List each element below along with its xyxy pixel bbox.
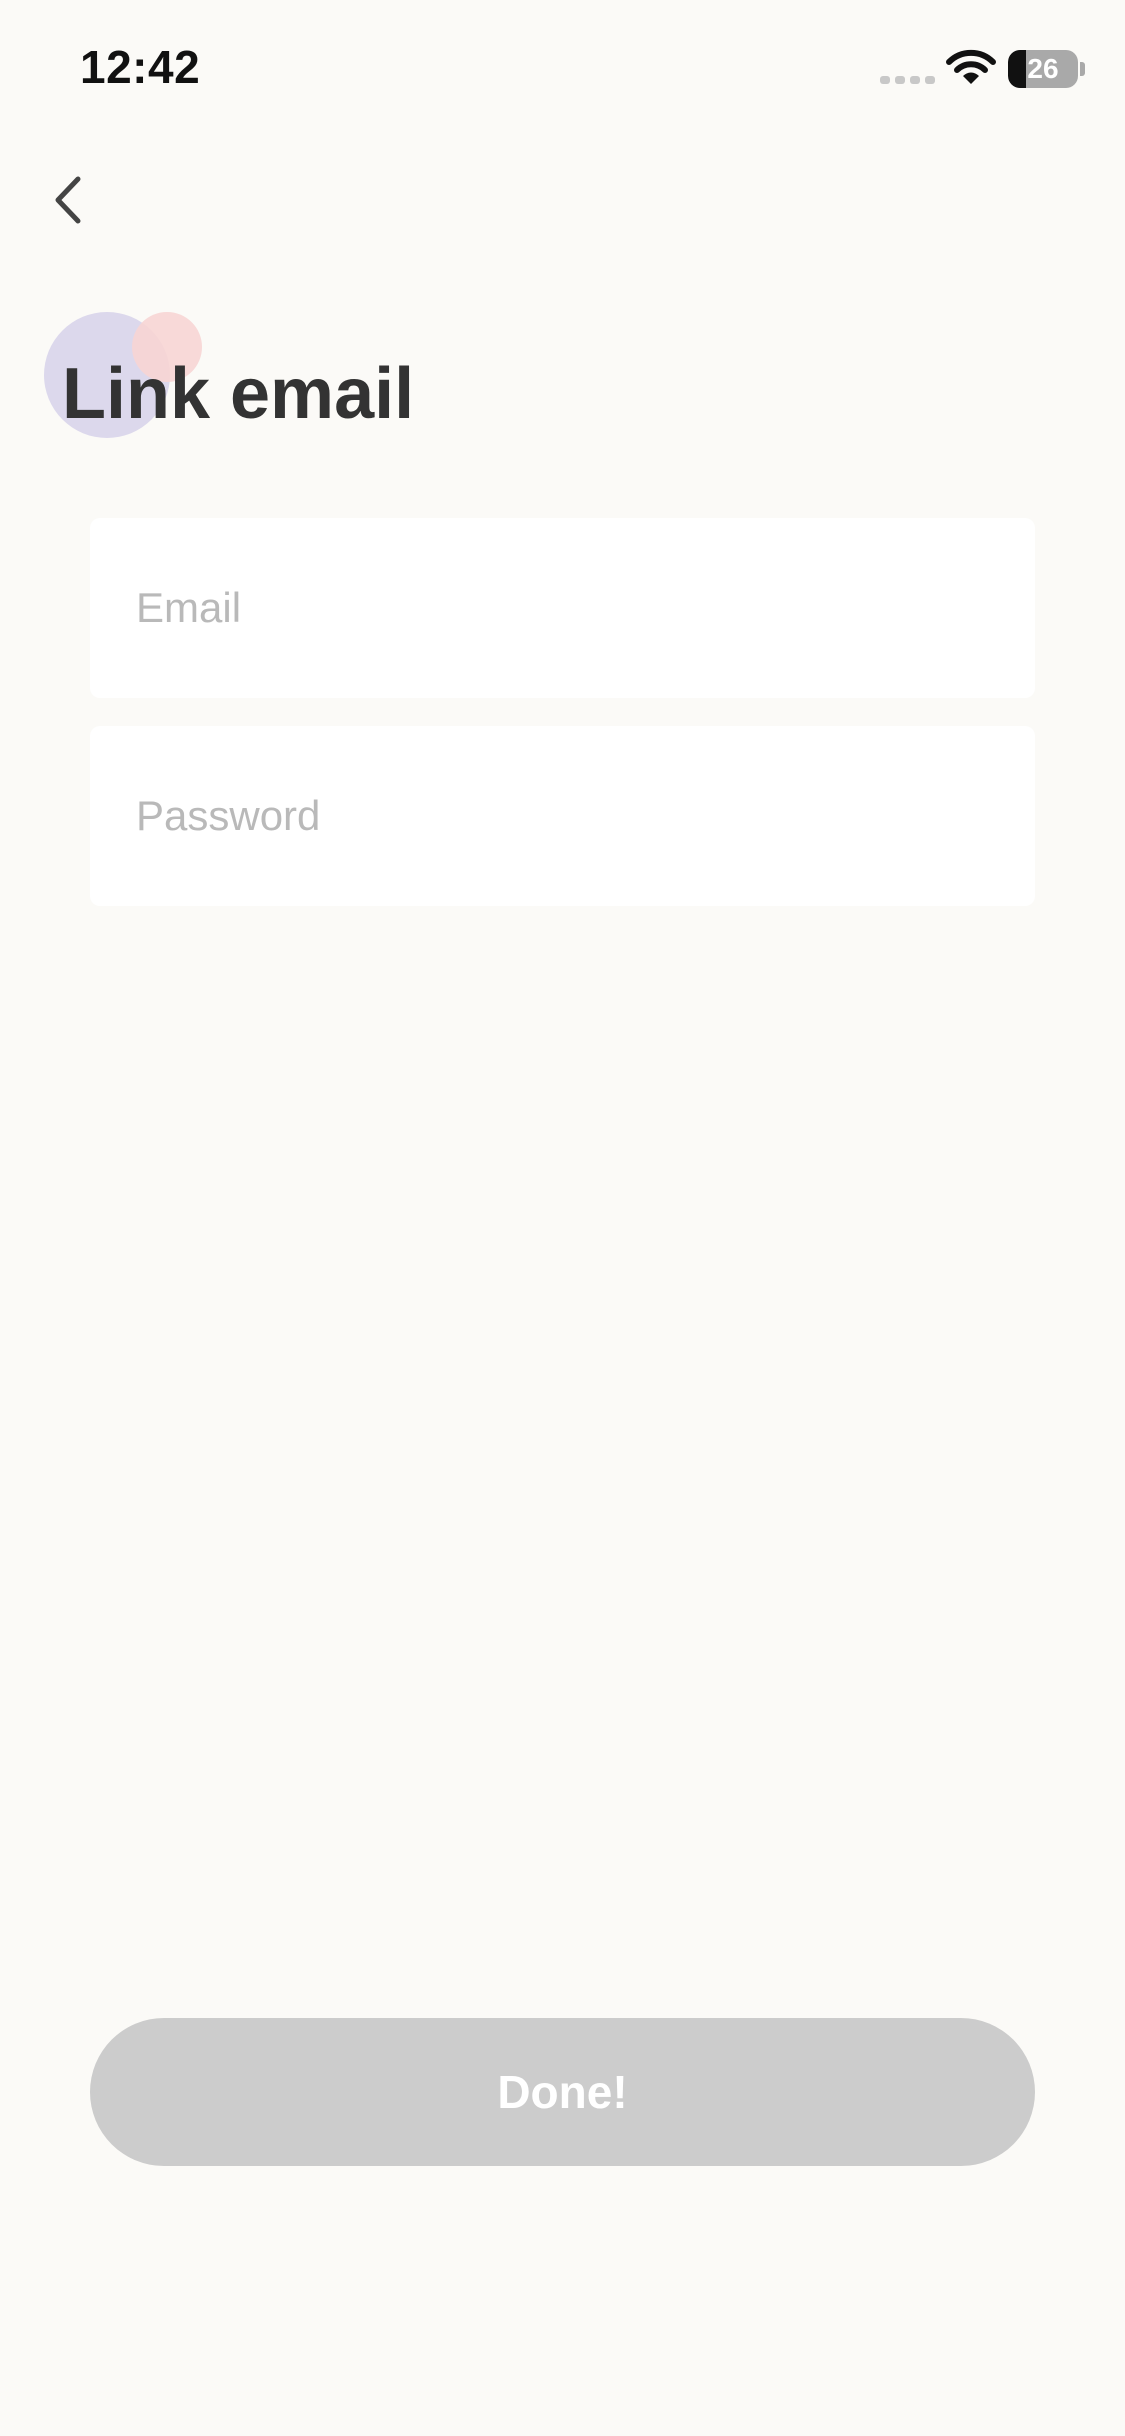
wifi-icon [946,49,996,84]
back-button[interactable] [40,165,100,235]
status-time: 12:42 [80,41,201,93]
chevron-left-icon [55,176,81,224]
status-bar: 12:42 26 [0,0,1125,140]
password-field[interactable] [90,726,1035,906]
link-email-screen: 12:42 26 Link email Done! [0,0,1125,2436]
page-title: Link email [62,354,415,434]
done-button[interactable]: Done! [90,2018,1035,2166]
battery-icon: 26 [1008,50,1078,88]
email-field[interactable] [90,518,1035,698]
battery-cap [1080,62,1085,76]
battery-level: 26 [1027,53,1059,84]
cellular-signal-icon [880,76,935,84]
